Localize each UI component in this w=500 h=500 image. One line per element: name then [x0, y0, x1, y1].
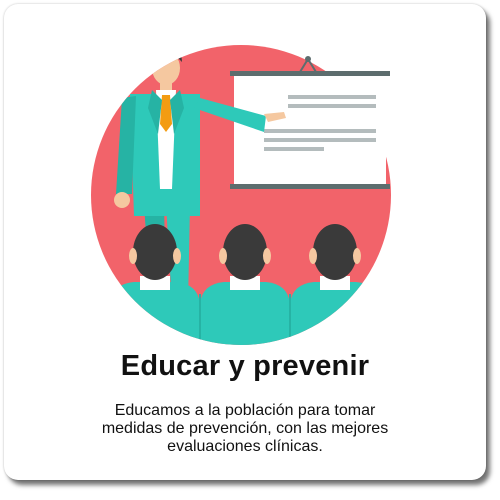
- audience-group: [110, 224, 380, 345]
- card-description: Educamos a la población para tomar medid…: [101, 402, 389, 455]
- service-card: Educar y prevenir Educamos a la població…: [4, 4, 486, 480]
- presentation-illustration: [91, 45, 391, 345]
- card-title: Educar y prevenir: [120, 350, 370, 382]
